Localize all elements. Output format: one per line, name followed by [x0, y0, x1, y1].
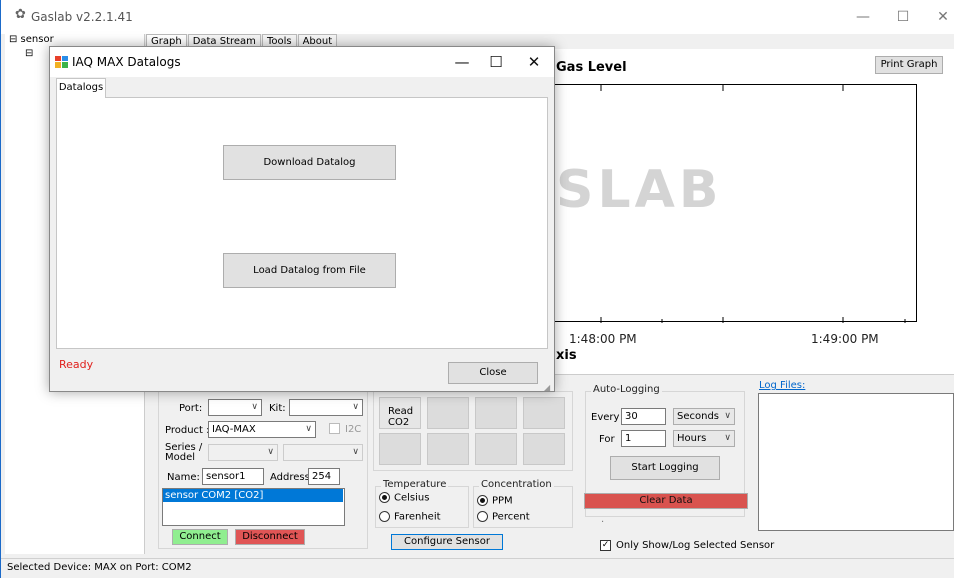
clear-data-button[interactable]: Clear Data — [584, 493, 748, 509]
plot-area — [555, 84, 917, 323]
datalogs-dialog: IAQ MAX Datalogs — ☐ ✕ Download Datalog … — [49, 46, 555, 392]
kit-select[interactable]: ∨ — [289, 399, 363, 416]
temperature-label: Temperature — [381, 479, 449, 490]
dialog-close-action-button[interactable]: Close — [448, 362, 538, 384]
download-datalog-button[interactable]: Download Datalog — [223, 145, 396, 180]
name-input[interactable]: sensor1 — [202, 468, 264, 485]
dialog-title: IAQ MAX Datalogs — [72, 55, 181, 69]
name-label: Name: — [167, 472, 200, 483]
list-item[interactable]: sensor COM2 [CO2] — [163, 489, 343, 502]
tree-child-node[interactable]: ⊟ — [25, 48, 33, 59]
tab-datalogs[interactable]: Datalogs — [56, 78, 106, 98]
auto-logging-label: Auto-Logging — [591, 384, 662, 395]
model-label: Model — [165, 452, 196, 463]
command-slot[interactable] — [523, 397, 565, 429]
port-label: Port: — [179, 403, 203, 414]
model-select[interactable]: ∨ — [283, 444, 363, 461]
every-label: Every — [591, 412, 620, 423]
maximize-button[interactable]: ☐ — [883, 4, 923, 30]
address-label: Address: — [270, 472, 314, 483]
celsius-radio[interactable]: Celsius — [379, 492, 429, 504]
configure-sensor-button[interactable]: Configure Sensor — [391, 534, 503, 550]
gaslab-logo-icon: ✿ — [15, 7, 26, 22]
minimize-button[interactable]: — — [843, 4, 883, 30]
ppm-radio[interactable]: PPM — [477, 495, 513, 507]
command-slot[interactable] — [475, 433, 517, 465]
port-select[interactable]: ∨ — [208, 399, 262, 416]
start-logging-button[interactable]: Start Logging — [610, 456, 720, 480]
farenheit-radio[interactable]: Farenheit — [379, 511, 441, 523]
every-input[interactable]: 30 — [621, 408, 666, 425]
title-bar: ✿ Gaslab v2.2.1.41 — ☐ ✕ — [1, 0, 954, 34]
tree-root-sensor[interactable]: ⊟ sensor — [9, 34, 54, 45]
i2c-checkbox[interactable] — [329, 423, 340, 434]
dialog-maximize-button[interactable]: ☐ — [476, 49, 516, 75]
dialog-status-text: Ready — [59, 358, 94, 371]
close-button[interactable]: ✕ — [923, 4, 954, 30]
dialog-close-button[interactable]: ✕ — [514, 49, 554, 75]
datalogs-tab-page: Download Datalog Load Datalog from File — [56, 97, 548, 349]
sensor-list[interactable]: sensor COM2 [CO2] — [162, 488, 345, 526]
dialog-title-bar: IAQ MAX Datalogs — ☐ ✕ — [50, 47, 554, 77]
address-input[interactable]: 254 — [308, 468, 340, 485]
product-label: Product : — [165, 425, 210, 436]
percent-radio[interactable]: Percent — [477, 511, 530, 523]
load-datalog-button[interactable]: Load Datalog from File — [223, 253, 396, 288]
for-input[interactable]: 1 — [621, 430, 666, 447]
command-slot[interactable] — [427, 397, 469, 429]
concentration-label: Concentration — [479, 479, 554, 490]
for-label: For — [599, 434, 615, 445]
chevron-down-icon: ∨ — [251, 402, 258, 412]
every-unit-select[interactable]: Seconds ∨ — [673, 408, 735, 425]
command-slot[interactable] — [379, 433, 421, 465]
chevron-down-icon: ∨ — [267, 447, 274, 457]
connect-button[interactable]: Connect — [172, 529, 228, 545]
for-unit-select[interactable]: Hours ∨ — [673, 430, 735, 447]
status-text: Selected Device: MAX on Port: COM2 — [7, 562, 192, 573]
x-tick-label: 1:49:00 PM — [811, 332, 879, 346]
dot-label: . — [601, 514, 605, 525]
log-files-list[interactable] — [758, 393, 954, 531]
log-files-link[interactable]: Log Files: — [759, 380, 805, 391]
status-bar: Selected Device: MAX on Port: COM2 — [1, 558, 954, 578]
i2c-label: I2C — [345, 424, 362, 435]
kit-label: Kit: — [269, 403, 286, 414]
read-co2-button[interactable]: Read CO2 — [379, 397, 421, 429]
disconnect-button[interactable]: Disconnect — [235, 529, 305, 545]
command-slot[interactable] — [523, 433, 565, 465]
chevron-down-icon: ∨ — [352, 402, 359, 412]
product-select[interactable]: IAQ-MAX ∨ — [208, 421, 316, 438]
series-select[interactable]: ∨ — [208, 444, 278, 461]
chevron-down-icon: ∨ — [305, 424, 312, 434]
window-app-icon — [55, 56, 68, 68]
x-tick-label: 1:48:00 PM — [569, 332, 637, 346]
chevron-down-icon: ∨ — [724, 433, 731, 443]
app-title: Gaslab v2.2.1.41 — [31, 10, 133, 24]
plot-ticks — [600, 85, 906, 323]
only-show-label: Only Show/Log Selected Sensor — [616, 540, 775, 551]
print-graph-button[interactable]: Print Graph — [875, 56, 943, 74]
command-slot[interactable] — [427, 433, 469, 465]
command-slot[interactable] — [475, 397, 517, 429]
only-show-checkbox[interactable]: ✓ — [600, 540, 611, 551]
graph-title: Gas Level — [556, 60, 627, 75]
chevron-down-icon: ∨ — [352, 447, 359, 457]
chevron-down-icon: ∨ — [724, 411, 731, 421]
x-axis-title: xis — [556, 348, 577, 363]
resize-grip-icon[interactable]: ◢ — [544, 383, 550, 392]
